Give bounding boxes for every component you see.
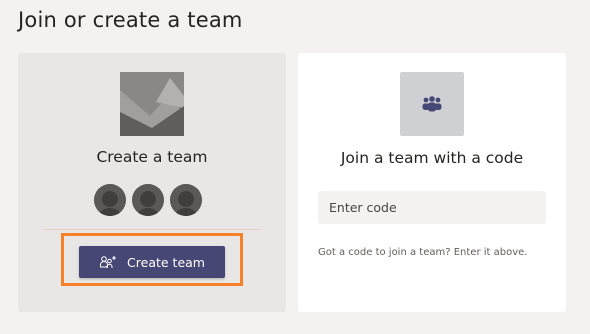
create-team-button[interactable]: Create team [79,246,225,278]
avatar [170,184,202,216]
create-team-card: Create a team Create team [18,53,286,312]
avatar [132,184,164,216]
avatar-group [94,184,210,218]
page-title: Join or create a team [18,8,243,32]
add-people-icon [100,256,117,268]
create-team-title: Create a team [96,148,208,166]
join-team-title: Join a team with a code [340,149,524,167]
join-team-card: Join a team with a code Got a code to jo… [298,53,566,312]
avatar [94,184,126,216]
team-people-icon [400,72,464,136]
divider [45,229,259,230]
create-team-button-label: Create team [127,254,205,270]
team-code-input[interactable] [318,191,546,224]
helper-text: Got a code to join a team? Enter it abov… [318,247,528,258]
mountain-landscape-icon [120,72,184,136]
